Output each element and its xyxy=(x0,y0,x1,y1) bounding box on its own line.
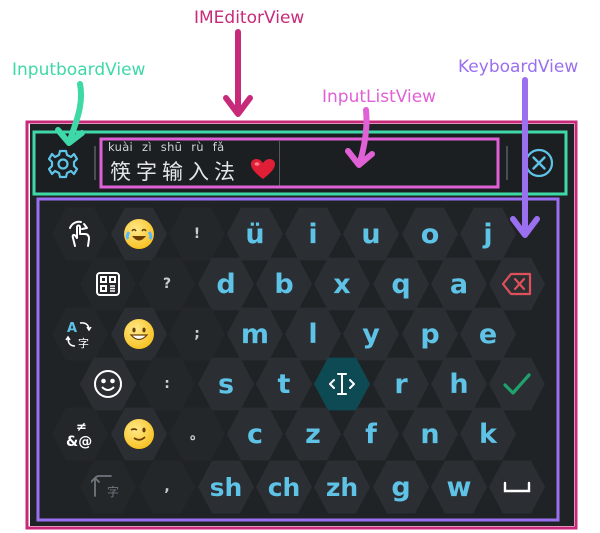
hanzi-text[interactable]: 筷字输入法 xyxy=(110,156,240,186)
left-separator xyxy=(94,146,96,180)
backspace-icon xyxy=(501,272,532,296)
imeditor-view-arrow xyxy=(223,29,253,117)
checkmark-icon xyxy=(503,373,531,395)
imeditor-view-label: IMEditorView xyxy=(194,8,305,28)
keyboard-view-label: KeyboardView xyxy=(458,57,579,77)
close-circle-icon[interactable] xyxy=(518,142,560,184)
svg-text:字: 字 xyxy=(78,336,89,350)
inputlist-view-label: InputListView xyxy=(322,87,437,107)
svg-text:字: 字 xyxy=(107,484,119,499)
heart-emoji-icon[interactable] xyxy=(250,158,276,180)
pinyin-text: kuài zì shū rù fǎ xyxy=(108,140,225,154)
right-separator xyxy=(506,146,508,180)
emoji-wink-icon xyxy=(124,419,154,449)
svg-text:A: A xyxy=(67,321,77,336)
candidate-divider xyxy=(279,141,280,186)
inputboard-view-label: InputboardView xyxy=(12,60,146,80)
settings-gear-icon[interactable] xyxy=(42,140,84,186)
text-cursor-icon xyxy=(329,373,355,395)
svg-text:&@: &@ xyxy=(66,434,92,449)
svg-text:≠: ≠ xyxy=(76,420,87,435)
space-icon xyxy=(503,481,531,493)
emoji-joy-icon xyxy=(124,219,154,249)
emoji-grin-icon xyxy=(124,319,154,349)
smiley-icon xyxy=(94,370,122,398)
